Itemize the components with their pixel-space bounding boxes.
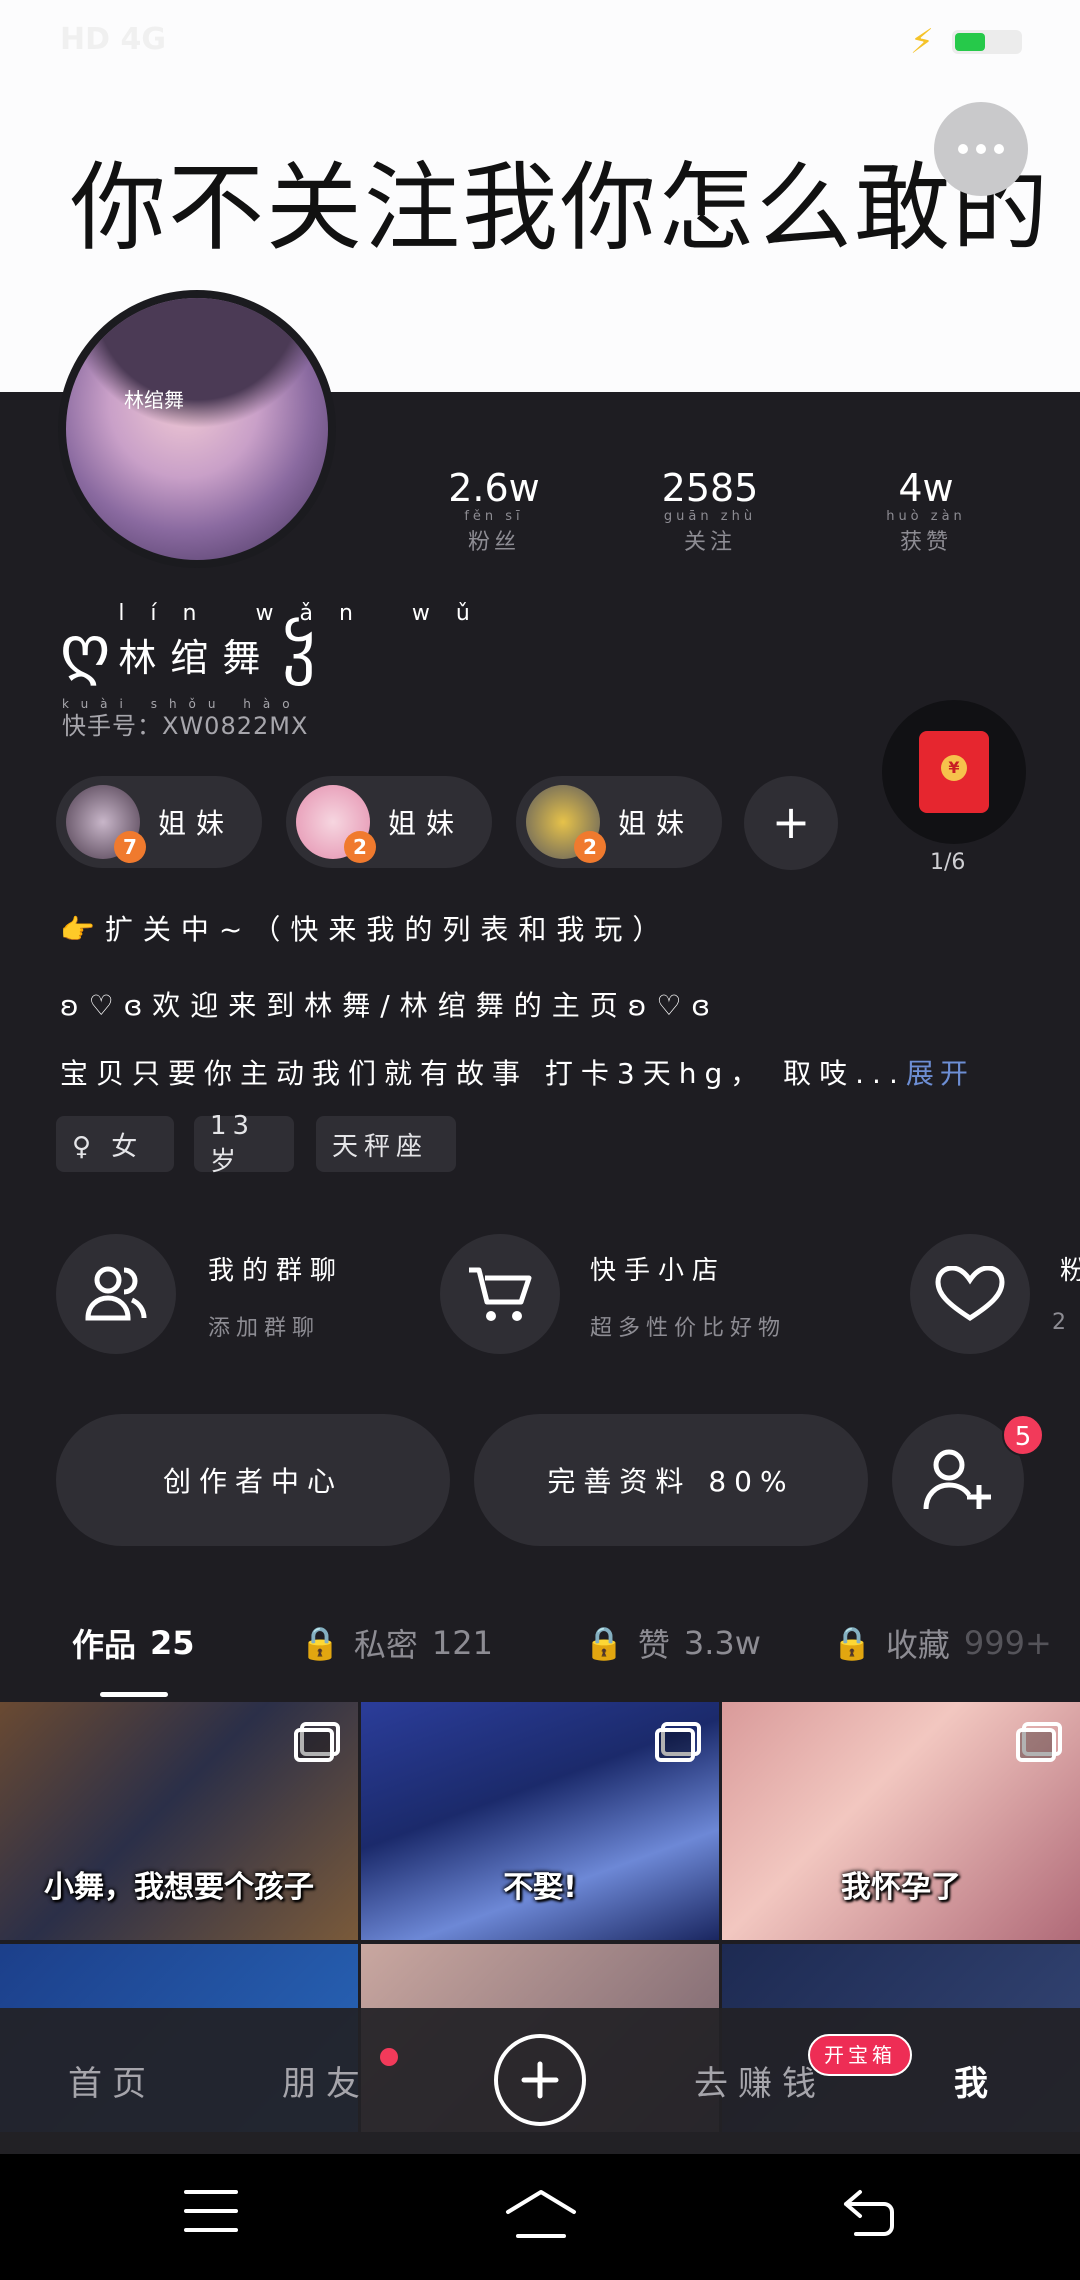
create-post-button[interactable] [494,2034,586,2126]
group-chat-subtitle: 添加群聊 [208,1316,321,1341]
active-tab-indicator [100,1692,168,1697]
gallery-icon [655,1722,701,1762]
age-tag: 13岁 [194,1111,294,1177]
stat-following[interactable]: 2585 guān zhù 关注 [630,466,790,556]
home-icon[interactable] [504,2188,578,2240]
work-item-3[interactable]: 我怀孕了 [722,1702,1080,1940]
tab-favorites[interactable]: 🔒 收藏 999+ [832,1620,1052,1666]
creator-center-button[interactable]: 创作者中心 [56,1414,450,1546]
gallery-icon [1016,1722,1062,1762]
bottom-navigation: 首页 朋友 去赚钱 开宝箱 我 [0,2008,1080,2154]
tab-private[interactable]: 🔒 私密 121 [300,1620,493,1666]
nav-home[interactable]: 首页 [68,2056,156,2105]
work-caption: 我怀孕了 [841,1870,961,1905]
fans-label: 粉丝 [467,530,520,555]
charging-icon: ⚡ [910,22,934,62]
display-name: lín wǎn wǔ 林绾舞 [118,601,496,680]
avatar-watermark: 林绾舞 [124,388,184,412]
nav-me[interactable]: 我 [954,2056,998,2105]
red-envelope-icon: ¥ [919,723,999,813]
lock-icon: 🔒 [584,1624,624,1662]
complete-profile-button[interactable]: 完善资料 80% [474,1414,868,1546]
lock-icon: 🔒 [300,1624,340,1662]
friend-notification-badge: 5 [1002,1414,1044,1456]
following-count: 2585 [661,466,759,510]
sister-chip-3[interactable]: 2 姐妹 [516,776,722,868]
display-name-pinyin: lín wǎn wǔ [118,601,496,626]
nav-friends[interactable]: 朋友 [282,2056,370,2105]
more-options-button[interactable] [934,102,1028,196]
following-label: 关注 [683,530,736,555]
add-sister-button[interactable]: + [744,776,838,870]
sister-avatar: 2 [526,785,606,863]
fan-group-button[interactable] [910,1234,1030,1354]
group-chat-button[interactable] [56,1234,176,1354]
sister-avatar: 7 [66,785,146,863]
bio-line-3: 宝贝只要你主动我们就有故事 打卡3天hg， 取吱...展开 [60,1057,974,1090]
avatar-image: 林绾舞 [66,298,328,560]
sister-chip-2[interactable]: 2 姐妹 [286,776,492,868]
fans-count: 2.6w [448,466,540,510]
back-icon[interactable] [840,2188,896,2236]
bio-line-2: ʚ♡ɞ欢迎来到林舞/林绾舞的主页ʚ♡ɞ [60,989,721,1022]
red-packet-button[interactable]: ¥ [882,700,1026,844]
work-item-1[interactable]: 小舞，我想要个孩子 [0,1702,358,1940]
battery-icon [952,30,1022,54]
fan-group-subtitle: 2 [1052,1310,1072,1335]
users-icon [85,1266,147,1321]
cart-icon [469,1267,532,1321]
lock-icon: 🔒 [832,1624,872,1662]
work-caption: 不娶! [503,1870,577,1905]
fan-group-title: 粉 [1060,1250,1080,1287]
profile-page: { "status_bar": {"carrier": "HD 4G", "ba… [0,0,1080,2280]
sister-avatar: 2 [296,785,376,863]
avatar[interactable]: 林绾舞 [58,290,336,568]
tab-likes[interactable]: 🔒 赞 3.3w [584,1620,761,1666]
likes-count: 4w [898,466,954,510]
plus-icon: + [771,795,811,849]
heart-icon [935,1266,1005,1321]
work-caption: 小舞，我想要个孩子 [44,1870,314,1905]
expand-link[interactable]: 展开 [906,1057,974,1090]
zodiac-tag: 天秤座 [316,1116,456,1172]
name-decoration-left: ღ [60,613,111,687]
stat-likes[interactable]: 4w huò zàn 获赞 [846,466,1006,556]
profile-name: ღ lín wǎn wǔ 林绾舞 ჴ [60,600,496,690]
add-user-icon [923,1449,991,1510]
stat-fans[interactable]: 2.6w fěn sī 粉丝 [414,466,574,556]
red-packet-count: 1/6 [930,850,966,875]
sister-chip-1[interactable]: 7 姐妹 [56,776,262,868]
bio-line-1: 👉扩关中~（快来我的列表和我玩） [60,913,671,946]
plus-icon [521,2061,559,2099]
shop-subtitle: 超多性价比好物 [590,1316,787,1341]
friends-notification-dot [380,2048,398,2066]
shop-title: 快手小店 [590,1256,727,1286]
gender-tag: ♀ 女 [56,1116,174,1172]
gallery-icon [294,1722,340,1762]
carrier-text: HD 4G [60,22,166,57]
menu-icon[interactable] [184,2188,238,2234]
likes-label: 获赞 [899,530,952,555]
system-navigation-bar [0,2154,1080,2280]
work-item-2[interactable]: 不娶! [361,1702,719,1940]
shop-button[interactable] [440,1234,560,1354]
tab-works[interactable]: 作品 25 [72,1620,195,1666]
kuaishou-id[interactable]: 快手号：XW0822MX [62,706,308,741]
nav-earn[interactable]: 去赚钱 [694,2056,826,2105]
banner-text: 你不关注我你怎么敢的 [70,152,1050,264]
group-chat-title: 我的群聊 [208,1256,345,1286]
status-bar: HD 4G ⚡ [0,0,1080,84]
treasure-box-badge[interactable]: 开宝箱 [808,2034,912,2076]
